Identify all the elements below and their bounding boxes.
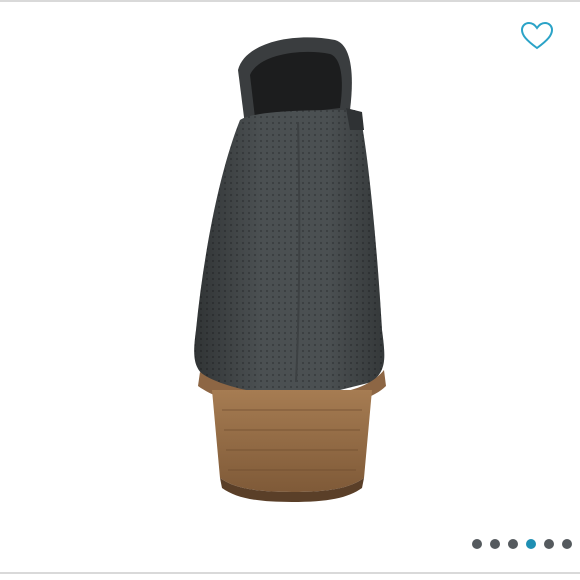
bottom-divider [0, 572, 580, 574]
pagination-dot-5[interactable] [544, 539, 554, 549]
product-image-viewer [0, 0, 580, 580]
image-pagination-dots [472, 539, 572, 549]
product-image [194, 37, 386, 502]
heart-outline-icon [520, 21, 554, 50]
favorite-button[interactable] [516, 16, 558, 56]
pagination-dot-2[interactable] [490, 539, 500, 549]
pagination-dot-6[interactable] [562, 539, 572, 549]
pagination-dot-1[interactable] [472, 539, 482, 549]
top-divider [0, 0, 580, 2]
pagination-dot-3[interactable] [508, 539, 518, 549]
pagination-dot-4-active[interactable] [526, 539, 536, 549]
